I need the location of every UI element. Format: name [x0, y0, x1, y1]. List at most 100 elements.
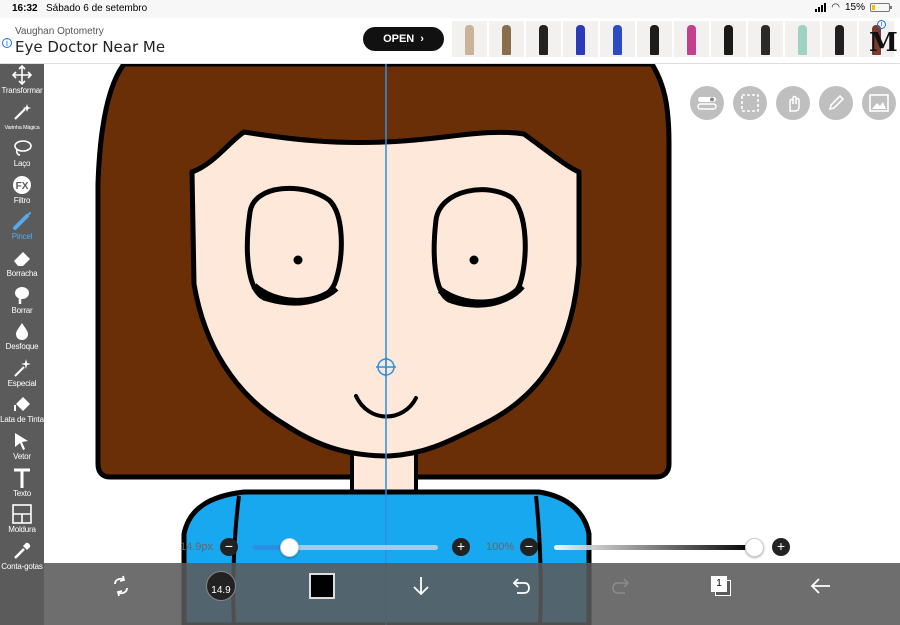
color-swatch-icon[interactable] [307, 571, 337, 601]
eyedropper-icon [11, 540, 33, 562]
lasso-icon [11, 137, 33, 159]
app-root: 16:32 Sábado 6 de setembro ◠ 15% i Vaugh… [0, 0, 900, 625]
tool-vector[interactable]: Vetor [0, 430, 44, 466]
undo-icon[interactable] [506, 571, 536, 601]
tool-label: Texto [12, 488, 32, 498]
size-increase-button[interactable]: + [452, 538, 470, 556]
tool-label: Filtro [13, 195, 31, 205]
selection-icon[interactable] [733, 86, 767, 120]
signal-icon [815, 3, 827, 12]
tool-eraser[interactable]: Borracha [0, 247, 44, 283]
opacity-increase-button[interactable]: + [772, 538, 790, 556]
tool-magic-wand[interactable]: Varinha Mágica [0, 101, 44, 137]
battery-icon [870, 3, 892, 12]
opacity-decrease-button[interactable]: − [520, 538, 538, 556]
toggle-icon[interactable] [690, 86, 724, 120]
ad-banner[interactable]: i Vaughan Optometry Eye Doctor Near Me O… [0, 18, 900, 64]
svg-text:FX: FX [16, 181, 29, 192]
status-bar: 16:32 Sábado 6 de setembro ◠ 15% [0, 0, 900, 18]
eraser-icon [11, 247, 33, 269]
product-figure [687, 25, 696, 55]
battery-percent: 15% [844, 2, 865, 13]
tool-brush[interactable]: Pincel [0, 210, 44, 246]
fx-icon: FX [11, 174, 33, 196]
ad-open-button[interactable]: OPEN › [363, 27, 444, 51]
right-pupil [469, 255, 479, 265]
brush-size-icon[interactable]: 14.9 [206, 571, 236, 601]
tool-label: Pincel [11, 232, 33, 242]
ad-product-thumbnail[interactable] [785, 21, 820, 57]
magic-wand-icon [11, 101, 33, 123]
wifi-icon: ◠ [831, 2, 840, 13]
product-figure [465, 25, 474, 55]
product-figure [613, 25, 622, 55]
ad-products[interactable] [452, 21, 894, 57]
layers-icon[interactable]: 1 [706, 571, 736, 601]
move-icon [11, 64, 33, 86]
ad-brand: Vaughan Optometry [15, 26, 104, 37]
tool-sidebar: Transformar Varinha Mágica Laço FX Filtro Pin… [0, 64, 44, 625]
ad-product-thumbnail[interactable] [822, 21, 857, 57]
tool-fill[interactable]: Lata de Tinta [0, 393, 44, 429]
sparkle-icon [11, 357, 33, 379]
tool-frame[interactable]: Moldura [0, 503, 44, 539]
canvas-overlay-buttons [690, 86, 896, 120]
bottom-toolbar: 14.9 1 [44, 563, 900, 625]
ad-product-thumbnail[interactable] [563, 21, 598, 57]
tool-label: Moldura [8, 525, 36, 535]
brush-size-knob[interactable] [280, 538, 300, 557]
product-figure [835, 25, 844, 55]
ad-product-thumbnail[interactable] [674, 21, 709, 57]
ad-title[interactable]: Eye Doctor Near Me [15, 38, 165, 56]
tool-label: Especial [7, 378, 37, 388]
ad-choices-icon[interactable]: i [877, 20, 886, 29]
tool-label: Desfoque [5, 342, 39, 352]
product-figure [650, 25, 659, 55]
product-figure [724, 25, 733, 55]
ad-product-thumbnail[interactable] [452, 21, 487, 57]
tool-blur[interactable]: Desfoque [0, 320, 44, 356]
product-figure [798, 25, 807, 55]
tool-label: Lata de Tinta [0, 415, 44, 425]
pen-icon[interactable] [819, 86, 853, 120]
size-decrease-button[interactable]: − [220, 538, 238, 556]
tool-label: Varinha Mágica [4, 124, 40, 131]
ad-logo[interactable]: M [869, 28, 898, 58]
redo-icon[interactable] [606, 571, 636, 601]
chevron-right-icon: › [420, 33, 424, 45]
tool-label: Borracha [6, 269, 38, 278]
download-icon[interactable] [406, 571, 436, 601]
ad-product-thumbnail[interactable] [526, 21, 561, 57]
drop-icon [11, 320, 33, 342]
back-icon[interactable] [806, 571, 836, 601]
smudge-icon [11, 284, 33, 306]
ad-product-thumbnail[interactable] [489, 21, 524, 57]
opacity-slider[interactable] [554, 545, 754, 550]
info-icon[interactable]: i [2, 38, 12, 48]
ad-product-thumbnail[interactable] [637, 21, 672, 57]
hand-icon[interactable] [776, 86, 810, 120]
swap-icon[interactable] [106, 571, 136, 601]
ad-product-thumbnail[interactable] [711, 21, 746, 57]
tool-eyedropper[interactable]: Conta-gotas [0, 540, 44, 576]
tool-label: Conta-gotas [1, 561, 43, 571]
ad-product-thumbnail[interactable] [748, 21, 783, 57]
tool-label: Laço [13, 159, 31, 169]
tool-lasso[interactable]: Laço [0, 137, 44, 173]
product-figure [502, 25, 511, 55]
brush-slider-row: 14.9px − + 100% − + [44, 536, 900, 560]
ad-product-thumbnail[interactable] [600, 21, 635, 57]
tool-filter[interactable]: FX Filtro [0, 174, 44, 210]
brush-size-label: 14.9px [180, 541, 214, 553]
tool-label: Transformar [1, 86, 43, 95]
opacity-knob[interactable] [745, 538, 764, 557]
tool-special[interactable]: Especial [0, 357, 44, 393]
left-pupil [293, 255, 303, 265]
status-time: 16:32 [12, 3, 38, 14]
paint-bucket-icon [11, 393, 33, 415]
product-figure [539, 25, 548, 55]
tool-smudge[interactable]: Borrar [0, 284, 44, 320]
tool-transform[interactable]: Transformar [0, 64, 44, 100]
image-icon[interactable] [862, 86, 896, 120]
tool-text[interactable]: Texto [0, 467, 44, 503]
